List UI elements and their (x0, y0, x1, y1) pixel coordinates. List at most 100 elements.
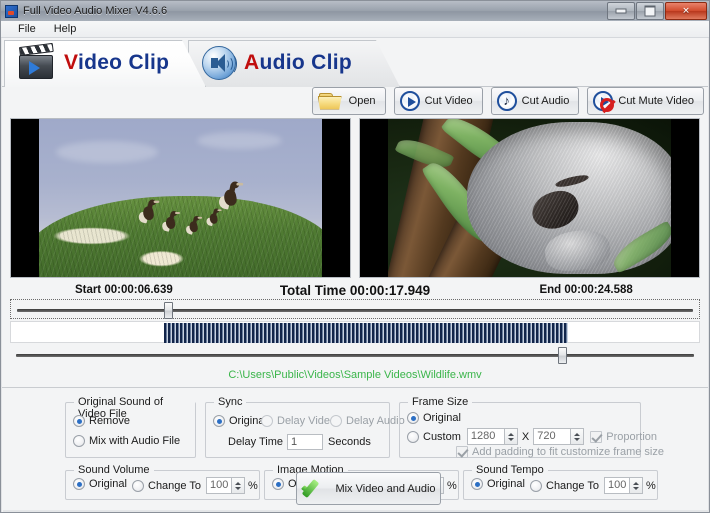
radio-icon (73, 415, 85, 427)
menu-bar: File Help (1, 21, 709, 38)
source-file-path: C:\Users\Public\Videos\Sample Videos\Wil… (228, 369, 482, 381)
cut-audio-button-label: Cut Audio (521, 95, 570, 107)
frame-width-stepper[interactable]: 1280 (466, 428, 518, 445)
end-slider-thumb[interactable] (557, 347, 567, 364)
radio-icon (471, 478, 483, 490)
start-slider-thumb[interactable] (164, 302, 174, 319)
sound-volume-option-original[interactable]: Original (73, 478, 127, 490)
delay-time-label: Delay Time (228, 436, 284, 448)
end-time-label: End 00:00:24.588 (539, 284, 633, 296)
film-clapper-icon (18, 42, 56, 80)
end-frame-image (388, 119, 671, 277)
option-label: Remove (89, 415, 130, 427)
cut-video-button[interactable]: Cut Video (393, 87, 483, 115)
sound-tempo-option-change[interactable]: Change To 100 % (530, 477, 656, 494)
sync-option-delay-audio[interactable]: Delay Audio (330, 415, 405, 427)
frame-size-option-custom[interactable]: Custom 1280 X 720 Proportion (407, 428, 657, 445)
cut-mute-video-button-label: Cut Mute Video (618, 95, 694, 107)
radio-icon (407, 430, 419, 443)
close-icon: ✕ (682, 5, 690, 16)
sound-tempo-value[interactable]: 100 (604, 477, 631, 494)
tab-video-clip-label: Video Clip (64, 51, 170, 74)
sound-tempo-option-original[interactable]: Original (471, 478, 525, 490)
play-circle-icon (399, 91, 420, 111)
tab-audio-clip-label: Audio Clip (244, 51, 352, 74)
menu-item-help[interactable]: Help (45, 22, 86, 36)
folder-icon (317, 91, 344, 112)
preview-start-frame[interactable] (10, 118, 351, 278)
sync-option-delay-video[interactable]: Delay Video (261, 415, 336, 427)
open-button[interactable]: Open (311, 87, 386, 115)
radio-icon (272, 478, 284, 490)
mute-video-icon (593, 91, 615, 112)
sound-tempo-group-title: Sound Tempo (472, 464, 548, 476)
mix-video-and-audio-button[interactable]: Mix Video and Audio (296, 472, 441, 505)
option-label: Delay Video (277, 415, 337, 427)
slider-track (16, 354, 694, 357)
waveform-band (10, 321, 700, 343)
end-position-slider[interactable] (10, 345, 700, 365)
preview-end-frame[interactable] (359, 118, 700, 278)
window-controls: ✕ (607, 2, 707, 20)
option-label: Change To (148, 479, 202, 492)
radio-icon (213, 415, 225, 427)
option-label: Custom (423, 430, 461, 443)
proportion-label: Proportion (606, 430, 658, 443)
frame-height-value[interactable]: 720 (533, 428, 572, 445)
radio-icon (330, 415, 342, 427)
tab-strip: Audio Clip Video Clip (2, 38, 708, 88)
sync-option-original[interactable]: Original (213, 415, 267, 427)
original-sound-option-mix[interactable]: Mix with Audio File (73, 435, 180, 447)
option-label: Mix with Audio File (89, 435, 181, 447)
radio-icon (407, 412, 419, 424)
frame-height-stepper[interactable]: 720 (533, 428, 585, 445)
percent-label: % (646, 479, 656, 492)
tab-audio-clip[interactable]: Audio Clip (188, 40, 398, 86)
mix-button-label: Mix Video and Audio (335, 482, 436, 495)
sound-volume-stepper[interactable]: 100 (206, 477, 246, 494)
open-button-label: Open (348, 95, 376, 107)
start-position-slider[interactable] (10, 299, 700, 319)
stepper-arrows-icon[interactable] (232, 477, 246, 494)
cut-video-button-label: Cut Video (424, 95, 473, 107)
original-sound-option-remove[interactable]: Remove (73, 415, 130, 427)
original-sound-group: Original Sound of Video File Remove Mix … (65, 396, 196, 458)
frame-size-group-title: Frame Size (408, 396, 473, 408)
option-label: Delay Audio (346, 415, 405, 427)
slider-track (17, 309, 693, 312)
radio-icon (261, 415, 273, 427)
padding-checkbox[interactable] (456, 446, 468, 458)
total-time-label: Total Time 00:00:17.949 (279, 282, 431, 298)
minimize-button[interactable] (607, 2, 635, 20)
client-area: Audio Clip Video Clip Open Cut Video ♪ C… (2, 38, 709, 512)
option-label: Original (487, 478, 525, 490)
option-label: Original (423, 412, 461, 424)
window-title: Full Video Audio Mixer V4.6.6 (23, 5, 168, 17)
frame-size-option-original[interactable]: Original (407, 412, 461, 424)
sound-volume-option-change[interactable]: Change To 100 % (132, 477, 258, 494)
close-button[interactable]: ✕ (665, 2, 707, 20)
tab-video-clip[interactable]: Video Clip (4, 40, 204, 86)
stepper-arrows-icon[interactable] (571, 428, 585, 445)
dimension-separator: X (521, 430, 530, 443)
menu-item-file[interactable]: File (9, 22, 45, 36)
option-label: Original (89, 478, 127, 490)
start-frame-image (39, 119, 322, 277)
frame-width-value[interactable]: 1280 (466, 428, 505, 445)
cut-audio-button[interactable]: ♪ Cut Audio (490, 87, 580, 115)
radio-icon (73, 435, 85, 447)
title-bar: Full Video Audio Mixer V4.6.6 ✕ (1, 1, 709, 22)
padding-option[interactable]: Add padding to fit customize frame size (456, 446, 664, 458)
music-note-icon: ♪ (496, 91, 517, 111)
sound-volume-value[interactable]: 100 (206, 477, 233, 494)
sound-tempo-stepper[interactable]: 100 (604, 477, 644, 494)
cut-mute-video-button[interactable]: Cut Mute Video (587, 87, 704, 115)
stepper-arrows-icon[interactable] (630, 477, 644, 494)
proportion-checkbox[interactable] (590, 430, 603, 443)
stepper-arrows-icon[interactable] (504, 428, 518, 445)
maximize-button[interactable] (636, 2, 664, 20)
sound-tempo-group: Sound Tempo Original Change To 100 % (463, 464, 658, 500)
delay-time-input[interactable]: 1 (287, 434, 324, 450)
sync-group: Sync Original Delay Video Delay Audio De… (205, 396, 405, 458)
percent-label: % (447, 479, 457, 492)
